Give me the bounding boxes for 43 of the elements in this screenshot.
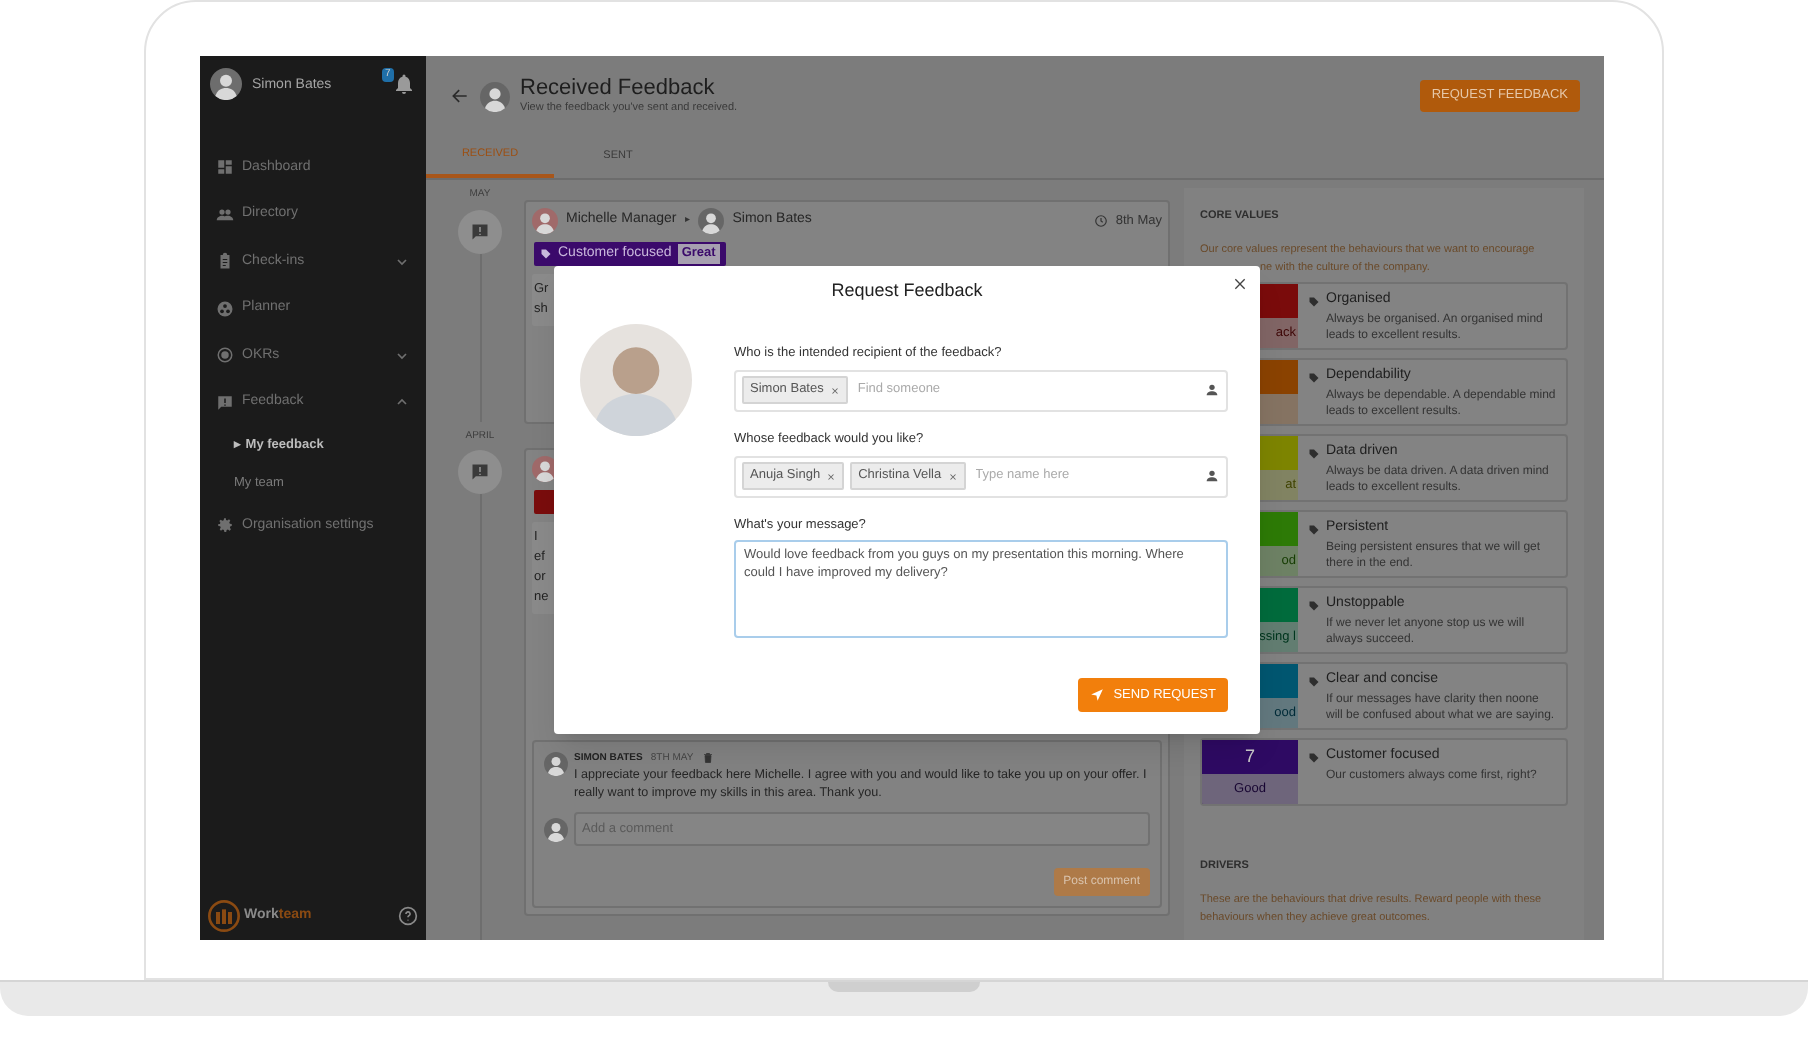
score-value: 7 bbox=[1244, 744, 1255, 770]
avatar-icon bbox=[210, 68, 242, 100]
back-button[interactable] bbox=[450, 86, 470, 106]
page-title: Received Feedback bbox=[520, 75, 717, 100]
logo-icon bbox=[208, 900, 240, 932]
trash-icon bbox=[701, 752, 714, 765]
close-button[interactable] bbox=[1232, 276, 1248, 292]
close-icon bbox=[1232, 276, 1248, 292]
avatar-icon bbox=[698, 208, 725, 234]
person-icon bbox=[1204, 468, 1220, 484]
chat-alert-icon bbox=[470, 221, 490, 241]
chat-alert-icon bbox=[216, 393, 234, 412]
remove-icon bbox=[826, 471, 837, 481]
tag-icon bbox=[1308, 751, 1320, 763]
help-button[interactable] bbox=[398, 906, 418, 926]
tag-icon bbox=[1308, 371, 1320, 383]
bell-icon bbox=[392, 72, 416, 96]
dashboard-icon bbox=[216, 158, 234, 177]
remove-icon bbox=[829, 385, 840, 396]
tag-icon bbox=[1308, 675, 1320, 687]
back-arrow-icon bbox=[450, 86, 470, 106]
help-icon bbox=[398, 906, 418, 926]
tag-icon bbox=[1308, 447, 1320, 459]
tag-icon bbox=[1308, 295, 1320, 307]
avatar-icon bbox=[544, 751, 568, 775]
chat-alert-icon bbox=[470, 462, 490, 482]
people-icon bbox=[216, 205, 234, 224]
clock-icon bbox=[1093, 214, 1108, 228]
tag-icon bbox=[540, 248, 552, 260]
clipboard-icon bbox=[216, 252, 234, 271]
settings-icon bbox=[216, 516, 234, 535]
profile-photo bbox=[580, 324, 692, 436]
remove-icon bbox=[947, 471, 958, 481]
dialog-title: Request Feedback bbox=[831, 278, 983, 304]
tag-icon bbox=[1308, 599, 1320, 611]
person-icon bbox=[1204, 382, 1220, 399]
avatar-icon bbox=[544, 817, 568, 841]
target-icon bbox=[216, 346, 234, 365]
avatar-icon bbox=[532, 208, 558, 234]
tag-icon bbox=[1308, 523, 1320, 535]
send-icon bbox=[1089, 688, 1104, 703]
circles-icon bbox=[216, 299, 234, 318]
avatar-icon bbox=[480, 81, 510, 111]
